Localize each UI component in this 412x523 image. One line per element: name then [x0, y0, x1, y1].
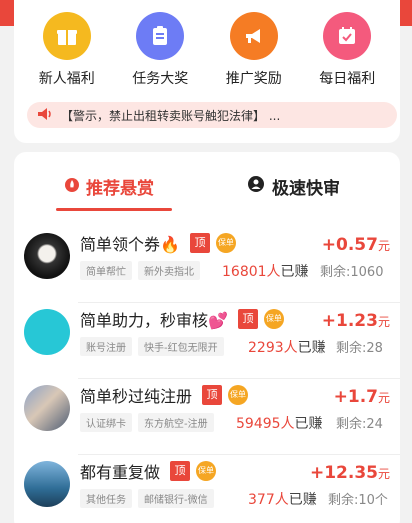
- task-list-card: 推荐悬赏 极速快审 简单领个券🔥 顶 保单 简单帮忙 新外卖指北 16801人已…: [14, 152, 400, 523]
- task-tag: 快手-红包无限开: [138, 337, 224, 356]
- quick-entry-label: 推广奖励: [225, 71, 282, 87]
- top-badge: 顶: [237, 309, 258, 329]
- clipboard-icon: [136, 12, 185, 60]
- task-tag: 新外卖指北: [138, 261, 200, 280]
- task-tag: 认证绑卡: [80, 413, 132, 432]
- task-title-row: 都有重复做 顶 保单: [80, 459, 217, 483]
- task-tag: 东方航空-注册: [138, 413, 214, 432]
- tab-label: 推荐悬赏: [86, 179, 154, 199]
- earned-count: 16801人已赚: [222, 264, 309, 280]
- task-tag: 简单帮忙: [80, 261, 132, 280]
- task-row[interactable]: 都有重复做 顶 保单 其他任务 邮储银行-微信 377人已赚 剩余:10个 +1…: [14, 455, 400, 523]
- task-tags: 认证绑卡 东方航空-注册: [80, 413, 220, 432]
- reward-amount: +12.35元: [309, 463, 390, 483]
- earned-count: 59495人已赚: [236, 416, 323, 432]
- reward-amount: +1.23元: [321, 311, 390, 331]
- reward-amount: +0.57元: [321, 235, 390, 255]
- remaining-count: 剩余:28: [336, 341, 383, 356]
- quick-entry-label: 新人福利: [38, 71, 95, 87]
- quick-entry-label: 每日福利: [319, 71, 376, 87]
- user-icon: [248, 176, 264, 197]
- quick-entry-promo[interactable]: 推广奖励: [211, 12, 297, 88]
- task-title: 简单秒过纯注册: [80, 387, 193, 406]
- top-badge: 顶: [170, 461, 191, 481]
- task-tag: 邮储银行-微信: [138, 489, 214, 508]
- avatar: [24, 461, 70, 507]
- quick-entry-row: 新人福利 任务大奖 推广奖励 每日福利: [14, 0, 400, 88]
- task-title-row: 简单助力，秒审核💕 顶 保单: [80, 307, 284, 331]
- task-tag: 账号注册: [80, 337, 132, 356]
- task-title: 简单领个券🔥: [80, 235, 180, 254]
- gift-icon: [42, 12, 91, 60]
- speaker-icon: [37, 106, 53, 125]
- task-title-row: 简单领个券🔥 顶 保单: [80, 231, 236, 255]
- task-tags: 账号注册 快手-红包无限开: [80, 337, 230, 356]
- quick-entry-task-prize[interactable]: 任务大奖: [117, 12, 203, 88]
- quick-entry-card: 新人福利 任务大奖 推广奖励 每日福利 【警示，禁止出租转卖账号触犯法律】 ..…: [14, 0, 400, 143]
- reward-amount: +1.7元: [333, 387, 390, 407]
- earned-count: 2293人已赚: [248, 340, 326, 356]
- remaining-count: 剩余:24: [336, 417, 383, 432]
- tab-recommended[interactable]: 推荐悬赏: [64, 174, 154, 199]
- avatar: [24, 385, 70, 431]
- avatar: [24, 309, 70, 355]
- active-tab-indicator: [56, 208, 172, 211]
- guarantee-badge: 保单: [263, 309, 284, 329]
- remaining-count: 剩余:10个: [328, 493, 388, 508]
- guarantee-badge: 保单: [196, 461, 217, 481]
- flame-icon: [64, 176, 80, 197]
- notice-bar[interactable]: 【警示，禁止出租转卖账号触犯法律】 ...: [27, 102, 397, 128]
- tab-fast-review[interactable]: 极速快审: [248, 174, 340, 199]
- task-row[interactable]: 简单助力，秒审核💕 顶 保单 账号注册 快手-红包无限开 2293人已赚 剩余:…: [14, 303, 400, 379]
- guarantee-badge: 保单: [228, 385, 249, 405]
- task-title: 都有重复做: [80, 463, 161, 482]
- calendar-icon: [323, 12, 372, 60]
- task-tags: 简单帮忙 新外卖指北: [80, 261, 206, 280]
- task-title: 简单助力，秒审核💕: [80, 311, 228, 330]
- earned-count: 377人已赚: [248, 492, 317, 508]
- tab-bar: 推荐悬赏 极速快审: [14, 152, 400, 214]
- task-tags: 其他任务 邮储银行-微信: [80, 489, 220, 508]
- avatar: [24, 233, 70, 279]
- quick-entry-daily[interactable]: 每日福利: [304, 12, 390, 88]
- guarantee-badge: 保单: [215, 233, 236, 253]
- tab-label: 极速快审: [272, 179, 340, 199]
- top-badge: 顶: [202, 385, 223, 405]
- quick-entry-label: 任务大奖: [132, 71, 189, 87]
- task-row[interactable]: 简单领个券🔥 顶 保单 简单帮忙 新外卖指北 16801人已赚 剩余:1060 …: [14, 227, 400, 303]
- top-badge: 顶: [189, 233, 210, 253]
- task-tag: 其他任务: [80, 489, 132, 508]
- remaining-count: 剩余:1060: [320, 265, 384, 280]
- notice-text: 【警示，禁止出租转卖账号触犯法律】 ...: [61, 108, 281, 123]
- task-row[interactable]: 简单秒过纯注册 顶 保单 认证绑卡 东方航空-注册 59495人已赚 剩余:24…: [14, 379, 400, 455]
- megaphone-icon: [229, 12, 278, 60]
- task-title-row: 简单秒过纯注册 顶 保单: [80, 383, 249, 407]
- quick-entry-newbie[interactable]: 新人福利: [24, 12, 110, 88]
